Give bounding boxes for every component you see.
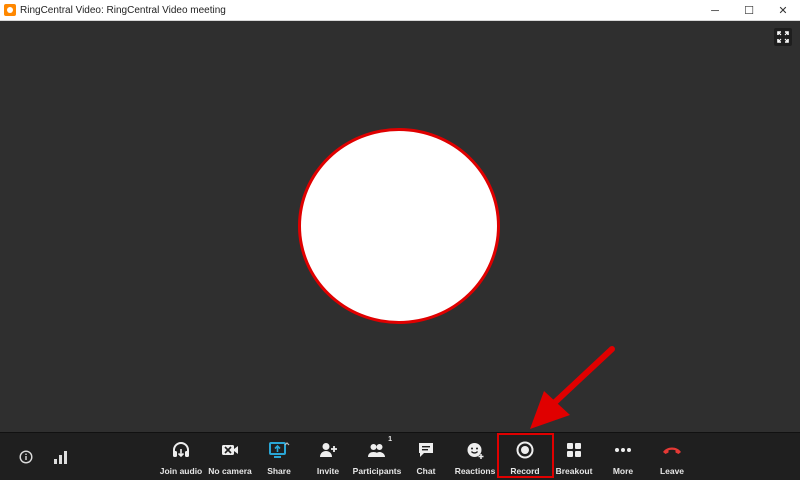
- chat-label: Chat: [416, 466, 436, 476]
- join-audio-label: Join audio: [159, 466, 203, 476]
- red-pointer-arrow: [530, 346, 615, 429]
- record-highlight-box: [497, 433, 554, 478]
- add-person-icon: [320, 443, 337, 457]
- join-audio-button[interactable]: Join audio: [154, 437, 208, 477]
- info-button[interactable]: [13, 433, 39, 480]
- info-icon: [19, 450, 33, 464]
- more-button[interactable]: More: [596, 437, 650, 477]
- participants-count-badge: 1: [388, 436, 392, 443]
- signal-icon: [54, 451, 67, 464]
- camera-off-icon: [222, 445, 238, 455]
- title-bar: RingCentral Video: RingCentral Video mee…: [0, 0, 800, 21]
- more-label: More: [612, 466, 634, 476]
- reactions-label: Reactions: [454, 466, 496, 476]
- share-button[interactable]: Share: [252, 437, 306, 477]
- camera-button[interactable]: No camera: [203, 437, 257, 477]
- camera-label: No camera: [208, 466, 252, 476]
- window-title: RingCentral Video: RingCentral Video mee…: [20, 4, 226, 16]
- minimize-button[interactable]: ─: [698, 0, 732, 21]
- video-stage: [0, 22, 800, 432]
- chat-button[interactable]: Chat: [399, 437, 453, 477]
- invite-button[interactable]: Invite: [301, 437, 355, 477]
- leave-label: Leave: [659, 466, 685, 476]
- expand-icon: [777, 31, 789, 43]
- chat-icon: [419, 443, 433, 457]
- meeting-toolbar: Join audio No camera Share Invite 1 Part…: [0, 432, 800, 480]
- breakout-icon: [567, 443, 581, 457]
- maximize-button[interactable]: ☐: [732, 0, 766, 21]
- breakout-button[interactable]: Breakout: [547, 437, 601, 477]
- participant-video-tile: [298, 128, 500, 324]
- participants-label: Participants: [352, 466, 402, 476]
- invite-label: Invite: [316, 466, 340, 476]
- participants-button[interactable]: 1 Participants: [350, 436, 404, 477]
- connection-quality-button[interactable]: [48, 433, 74, 480]
- share-label: Share: [267, 466, 291, 476]
- ringcentral-app-icon: [4, 4, 16, 16]
- screen-share-icon: [269, 442, 290, 458]
- phone-hangup-icon: [663, 447, 681, 454]
- more-icon: [615, 448, 631, 452]
- reaction-icon: [467, 443, 484, 459]
- reactions-button[interactable]: Reactions: [448, 437, 502, 477]
- participants-icon: [368, 444, 385, 457]
- fullscreen-button[interactable]: [774, 28, 792, 46]
- breakout-label: Breakout: [555, 466, 593, 476]
- headphones-icon: [173, 442, 189, 458]
- close-button[interactable]: ✕: [766, 0, 800, 21]
- leave-button[interactable]: Leave: [645, 437, 699, 477]
- window-controls: ─ ☐ ✕: [698, 0, 800, 21]
